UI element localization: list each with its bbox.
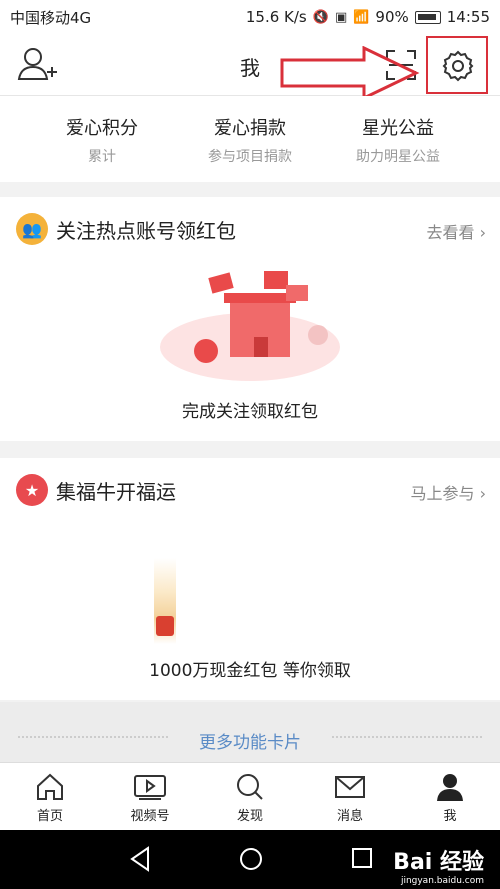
follow-badge-icon: 👥 <box>16 213 48 245</box>
go-see-link[interactable]: 去看看 › <box>427 219 487 243</box>
carrier-label: 中国移动4G <box>10 8 92 27</box>
home-nav-icon[interactable] <box>238 846 264 872</box>
more-cards-section: 更多功能卡片 <box>0 702 500 762</box>
join-now-link[interactable]: 马上参与 › <box>411 480 487 504</box>
tab-label: 我 <box>443 809 457 824</box>
stat-sub: 累计 <box>88 149 116 165</box>
card-title: 关注热点账号领红包 <box>56 218 236 243</box>
tab-discover[interactable]: 发现 <box>200 763 300 830</box>
card-caption: 完成关注领取红包 <box>182 402 318 422</box>
battery-icon <box>414 10 441 24</box>
tab-label: 消息 <box>336 809 363 824</box>
tab-label: 首页 <box>36 809 63 824</box>
tab-video[interactable]: 视频号 <box>100 763 200 830</box>
divider <box>332 736 482 738</box>
system-navbar: Bai 经验 jingyan.baidu.com <box>0 830 500 889</box>
battery-percent: 90% <box>375 8 409 26</box>
page-header: 我 <box>0 34 500 96</box>
message-icon <box>335 776 365 798</box>
fortune-image-red <box>156 616 174 636</box>
stat-sub: 参与项目捐款 <box>208 149 292 165</box>
home-icon <box>37 773 63 800</box>
page-title: 我 <box>240 56 260 80</box>
tab-me[interactable]: 我 <box>400 763 500 830</box>
stat-love-points[interactable]: 爱心积分 累计 <box>47 114 157 182</box>
tab-messages[interactable]: 消息 <box>300 763 400 830</box>
follow-redpacket-card[interactable]: 👥 关注热点账号领红包 去看看 › 完成关注领取红包 <box>0 197 500 441</box>
fortune-badge-icon: ★ <box>16 474 48 506</box>
back-icon[interactable] <box>128 846 152 872</box>
mute-icon: 🔇 <box>312 9 329 25</box>
stat-sub: 助力明星公益 <box>356 149 440 165</box>
bottom-tabbar: 首页 视频号 发现 消息 我 <box>0 762 500 830</box>
wifi-icon: 📶 <box>353 9 370 25</box>
profile-icon <box>437 774 463 801</box>
scan-icon[interactable] <box>385 49 417 81</box>
stats-row: 爱心积分 累计 爱心捐款 参与项目捐款 星光公益 助力明星公益 <box>0 96 500 182</box>
more-cards-link[interactable]: 更多功能卡片 <box>0 728 500 753</box>
tab-label: 视频号 <box>130 809 170 824</box>
stat-label: 爱心积分 <box>66 118 138 139</box>
network-speed: 15.6 K/s <box>245 8 307 26</box>
fortune-ox-card[interactable]: ★ 集福牛开福运 马上参与 › 1000万现金红包 等你领取 <box>0 458 500 700</box>
clock: 14:55 <box>446 8 490 26</box>
settings-button[interactable] <box>426 36 488 94</box>
stat-label: 爱心捐款 <box>214 118 286 139</box>
recents-icon[interactable] <box>350 846 374 870</box>
stat-star-charity[interactable]: 星光公益 助力明星公益 <box>343 114 453 182</box>
tab-label: 发现 <box>236 809 263 824</box>
stat-donations[interactable]: 爱心捐款 参与项目捐款 <box>195 114 305 182</box>
stat-label: 星光公益 <box>362 118 434 139</box>
card-title: 集福牛开福运 <box>56 479 176 504</box>
tab-home[interactable]: 首页 <box>0 763 100 830</box>
card-caption: 1000万现金红包 等你领取 <box>149 661 351 681</box>
discover-icon <box>237 774 263 800</box>
status-bar: 中国移动4G 15.6 K/s 🔇 ▣ 📶 90% 14:55 <box>0 0 500 34</box>
gear-icon <box>442 50 474 82</box>
redpacket-illustration <box>160 271 340 381</box>
hd-icon: ▣ <box>334 9 348 25</box>
video-icon <box>134 775 166 800</box>
baidu-watermark: Bai 经验 jingyan.baidu.com <box>393 850 484 886</box>
